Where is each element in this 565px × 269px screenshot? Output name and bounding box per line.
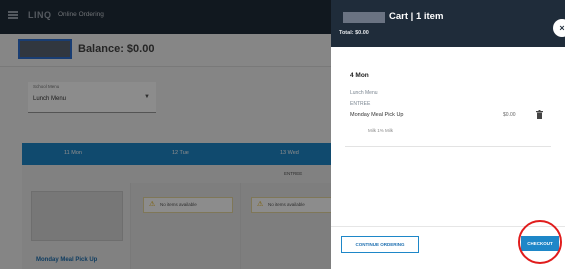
cart-item-addon: Milk 1% Milk xyxy=(368,128,394,133)
cart-title: Cart | 1 item xyxy=(389,11,444,22)
trash-icon[interactable] xyxy=(536,110,543,119)
cart-item-name: Monday Meal Pick Up xyxy=(350,112,404,118)
cart-menu-name: Lunch Menu xyxy=(350,90,378,96)
close-icon[interactable]: × xyxy=(553,19,565,37)
redacted-student-name xyxy=(343,12,385,23)
divider xyxy=(345,146,551,147)
highlight-circle xyxy=(518,220,562,264)
continue-ordering-button[interactable]: CONTINUE ORDERING xyxy=(341,236,419,253)
cart-day-heading: 4 Mon xyxy=(350,72,369,79)
cart-category: ENTREE xyxy=(350,101,371,107)
cart-header: Cart | 1 item Total: $0.00 xyxy=(331,0,565,47)
cart-item-price: $0.00 xyxy=(503,112,516,118)
cart-total: Total: $0.00 xyxy=(339,30,369,36)
